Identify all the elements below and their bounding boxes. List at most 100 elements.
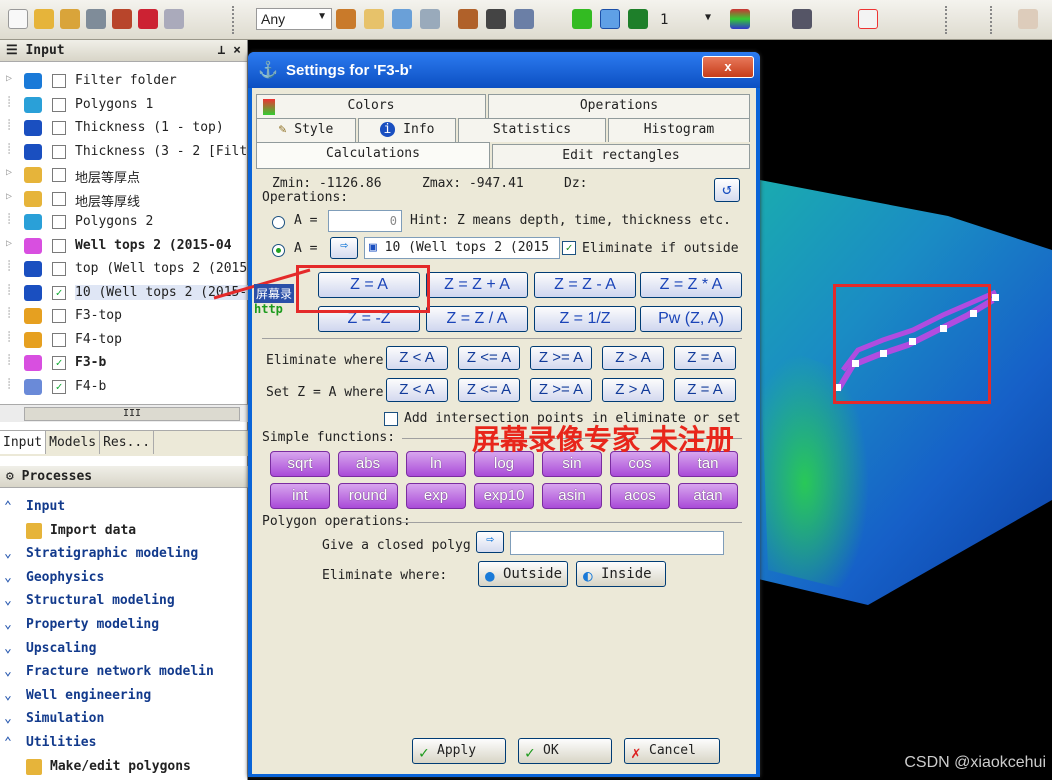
process-item[interactable]: Make/edit polygons bbox=[0, 756, 248, 779]
tree-item-checkbox[interactable]: ✓ bbox=[52, 285, 66, 300]
tab-colors[interactable]: Colors bbox=[256, 94, 486, 118]
tree-item-checkbox[interactable] bbox=[52, 309, 66, 323]
elim-button-1[interactable]: Z <= A bbox=[458, 346, 520, 370]
ops1-button-1[interactable]: Z = Z + A bbox=[426, 272, 528, 298]
tree-item[interactable]: ▷ Filter folder bbox=[0, 70, 248, 92]
tree-item-checkbox[interactable] bbox=[52, 168, 66, 182]
elim-button-4[interactable]: Z = A bbox=[674, 346, 736, 370]
ops1-button-3[interactable]: Z = Z * A bbox=[640, 272, 742, 298]
ok-button[interactable]: ✓ OK bbox=[518, 738, 612, 764]
ops2-button-1[interactable]: Z = Z / A bbox=[426, 306, 528, 332]
tree-item[interactable]: ▷ 地层等厚线 bbox=[0, 188, 248, 210]
outside-button[interactable]: ● Outside bbox=[478, 561, 568, 587]
grid-icon[interactable] bbox=[514, 9, 534, 29]
toolbar-grip[interactable] bbox=[232, 6, 238, 34]
edit-icon[interactable] bbox=[364, 9, 384, 29]
pointer-icon[interactable] bbox=[858, 9, 878, 29]
setz-button-1[interactable]: Z <= A bbox=[458, 378, 520, 402]
tab-calculations[interactable]: Calculations bbox=[256, 142, 490, 168]
tree-item-checkbox[interactable] bbox=[52, 144, 66, 159]
print-icon[interactable] bbox=[164, 9, 184, 29]
tree-item-checkbox[interactable] bbox=[52, 74, 66, 88]
tab-statistics[interactable]: Statistics bbox=[458, 118, 606, 142]
save-icon[interactable] bbox=[112, 9, 132, 29]
funcs2-button-2[interactable]: exp bbox=[406, 483, 466, 509]
add-intersection-checkbox[interactable] bbox=[384, 412, 398, 426]
tree-item[interactable]: ┊ Polygons 1 bbox=[0, 94, 248, 116]
target-icon[interactable] bbox=[572, 9, 592, 29]
setz-button-4[interactable]: Z = A bbox=[674, 378, 736, 402]
import-icon[interactable] bbox=[86, 9, 106, 29]
refresh-icon[interactable]: ↺ bbox=[714, 178, 740, 202]
funcs2-button-1[interactable]: round bbox=[338, 483, 398, 509]
tools-icon[interactable] bbox=[392, 9, 412, 29]
tree-item[interactable]: ┊ ✓ F3-b bbox=[0, 352, 248, 374]
cube-icon[interactable] bbox=[600, 9, 620, 29]
process-item[interactable]: ⌄ Stratigraphic modeling bbox=[0, 543, 248, 566]
elim-button-3[interactable]: Z > A bbox=[602, 346, 664, 370]
tree-item-checkbox[interactable] bbox=[52, 97, 66, 112]
ops1-button-2[interactable]: Z = Z - A bbox=[534, 272, 636, 298]
apply-button[interactable]: ✓ Apply bbox=[412, 738, 506, 764]
chevron-down-icon-2[interactable]: ▼ bbox=[705, 12, 711, 23]
tree-item-checkbox[interactable] bbox=[52, 238, 66, 253]
seismic-icon[interactable] bbox=[336, 9, 356, 29]
close-button[interactable]: x bbox=[702, 56, 754, 78]
polygon-field[interactable] bbox=[510, 531, 724, 555]
tab-edit-rectangles[interactable]: Edit rectangles bbox=[492, 144, 750, 168]
setz-button-3[interactable]: Z > A bbox=[602, 378, 664, 402]
sphere-icon[interactable] bbox=[628, 9, 648, 29]
process-item[interactable]: ⌄ Upscaling bbox=[0, 638, 248, 661]
toolbar-grip-2[interactable] bbox=[945, 6, 951, 34]
radio-object-a[interactable] bbox=[272, 244, 285, 257]
inside-button[interactable]: ◐ Inside bbox=[576, 561, 666, 587]
settings-icon[interactable] bbox=[1018, 9, 1038, 29]
tree-scrollbar[interactable]: III bbox=[0, 404, 248, 422]
tree-item[interactable]: ┊ F4-top bbox=[0, 329, 248, 351]
pin-icon[interactable]: ⊥ × bbox=[218, 43, 241, 58]
setz-button-2[interactable]: Z >= A bbox=[530, 378, 592, 402]
funcs2-button-0[interactable]: int bbox=[270, 483, 330, 509]
process-item[interactable]: ⌄ Fracture network modelin bbox=[0, 661, 248, 684]
radio-constant-a[interactable] bbox=[272, 216, 285, 229]
tree-item-checkbox[interactable] bbox=[52, 191, 66, 206]
tree-item[interactable]: ┊ Thickness (3 - 2 [Filt bbox=[0, 141, 248, 163]
tab-operations[interactable]: Operations bbox=[488, 94, 750, 118]
tab-input[interactable]: Input bbox=[0, 431, 47, 454]
window-icon[interactable] bbox=[420, 9, 440, 29]
save-as-icon[interactable] bbox=[138, 9, 158, 29]
tree-item[interactable]: ▷ 地层等厚点 bbox=[0, 164, 248, 186]
process-item[interactable]: ⌄ Well engineering bbox=[0, 685, 248, 708]
tree-item-checkbox[interactable] bbox=[52, 262, 66, 276]
funcs1-button-2[interactable]: ln bbox=[406, 451, 466, 477]
insert-arrow-icon[interactable]: ⇨ bbox=[330, 237, 358, 259]
ops2-button-2[interactable]: Z = 1/Z bbox=[534, 306, 636, 332]
funcs1-button-0[interactable]: sqrt bbox=[270, 451, 330, 477]
process-item[interactable]: ⌄ Geophysics bbox=[0, 567, 248, 590]
process-item[interactable]: ⌄ Property modeling bbox=[0, 614, 248, 637]
tree-item[interactable]: ┊ ✓ F4-b bbox=[0, 376, 248, 398]
a-object-field[interactable]: ▣ 10 (Well tops 2 (2015 bbox=[364, 237, 560, 259]
funcs2-button-3[interactable]: exp10 bbox=[474, 483, 534, 509]
tab-style[interactable]: ✎ Style bbox=[256, 118, 356, 142]
tree-item-checkbox[interactable] bbox=[52, 121, 66, 135]
tree-item-checkbox[interactable]: ✓ bbox=[52, 379, 66, 394]
colortable-icon[interactable] bbox=[730, 9, 750, 29]
elim-button-2[interactable]: Z >= A bbox=[530, 346, 592, 370]
elim-button-0[interactable]: Z < A bbox=[386, 346, 448, 370]
a-constant-input[interactable]: 0 bbox=[328, 210, 402, 232]
process-item[interactable]: ⌃ Input bbox=[0, 496, 248, 519]
axis-icon[interactable] bbox=[792, 9, 812, 29]
tree-item[interactable]: ▷ Well tops 2 (2015-04 bbox=[0, 235, 248, 257]
funcs2-button-5[interactable]: acos bbox=[610, 483, 670, 509]
tree-item-checkbox[interactable]: ✓ bbox=[52, 356, 66, 370]
tab-models[interactable]: Models bbox=[46, 431, 101, 454]
open-folder-icon[interactable] bbox=[34, 9, 54, 29]
network-icon[interactable] bbox=[486, 9, 506, 29]
ops2-button-3[interactable]: Pw (Z, A) bbox=[640, 306, 742, 332]
eliminate-outside-checkbox[interactable]: ✓ bbox=[562, 241, 576, 255]
setz-button-0[interactable]: Z < A bbox=[386, 378, 448, 402]
process-item[interactable]: Import data bbox=[0, 520, 248, 543]
home-icon[interactable] bbox=[458, 9, 478, 29]
tree-item[interactable]: ┊ Thickness (1 - top) bbox=[0, 117, 248, 139]
